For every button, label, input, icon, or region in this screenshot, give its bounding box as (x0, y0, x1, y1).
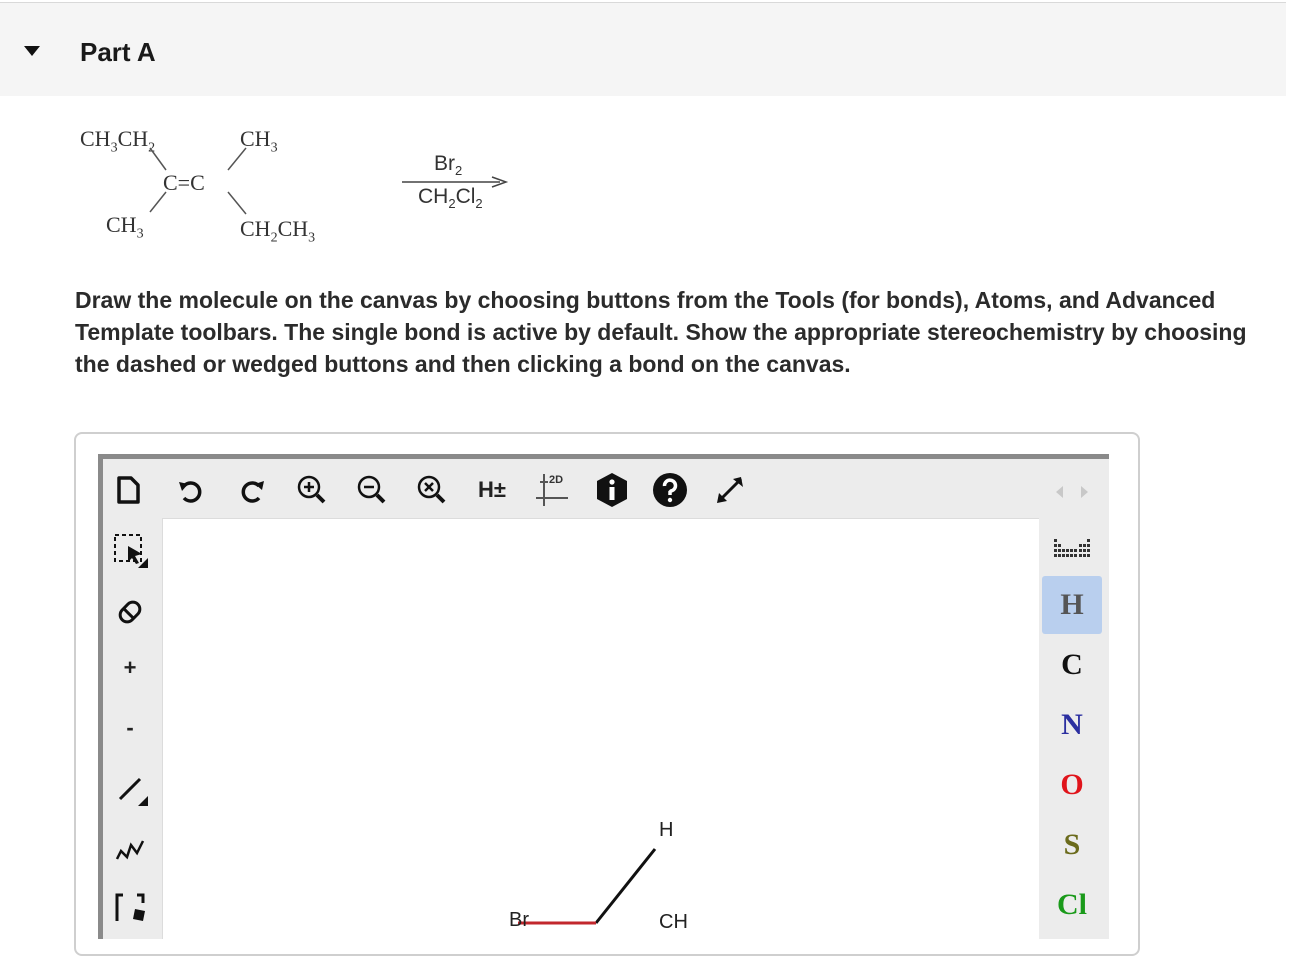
new-document-button[interactable] (108, 470, 148, 510)
atom-button-h[interactable]: H (1042, 576, 1102, 634)
decrease-charge-button[interactable]: - (110, 708, 150, 748)
info-hexagon-icon (597, 473, 627, 507)
undo-button[interactable] (170, 470, 210, 510)
zoom-reset-icon (417, 475, 446, 504)
atom-button-o[interactable]: O (1042, 756, 1102, 814)
single-bond-button[interactable] (110, 768, 150, 808)
atom-button-s[interactable]: S (1042, 816, 1102, 874)
collapse-caret-icon[interactable] (24, 46, 40, 56)
redo-icon (241, 481, 264, 503)
part-title: Part A (80, 37, 156, 67)
atom-button-n[interactable]: N (1042, 696, 1102, 754)
zoom-out-button[interactable] (352, 470, 392, 510)
clean-2d-label: 2D (549, 474, 564, 486)
expand-arrows-icon (717, 477, 743, 503)
zoom-in-button[interactable] (292, 470, 332, 510)
redo-button[interactable] (232, 470, 272, 510)
left-right-chevron-icon (1056, 486, 1088, 498)
atom-button-c[interactable]: C (1042, 636, 1102, 694)
info-button[interactable] (592, 470, 632, 510)
toolbar-scroll-arrows[interactable] (1052, 482, 1092, 502)
periodic-table-button[interactable] (1052, 530, 1092, 570)
hydrogen-toggle-button[interactable]: H± (472, 470, 512, 510)
increase-charge-button[interactable]: + (110, 648, 150, 688)
chain-zigzag-icon (115, 840, 145, 860)
chain-tool-button[interactable] (110, 828, 150, 868)
fullscreen-button[interactable] (710, 470, 750, 510)
canvas-br-label: Br (509, 909, 529, 931)
reaction-scheme: CH3CH2 CH3 C=C CH3 CH2CH3 Br2 CH2Cl2 (0, 96, 700, 286)
reagent-below-arrow: CH2Cl2 (418, 185, 483, 212)
help-question-icon (653, 473, 687, 507)
eraser-button[interactable] (110, 592, 150, 632)
periodic-table-icon (1054, 539, 1090, 557)
reagent-above-arrow: Br2 (434, 152, 463, 179)
selection-tool-button[interactable] (110, 530, 150, 570)
bracket-icon (115, 893, 145, 921)
canvas-molecule (518, 848, 657, 925)
canvas-ch-label: CH (659, 911, 688, 933)
bracket-tool-button[interactable] (110, 888, 150, 928)
zoom-reset-button[interactable] (412, 470, 452, 510)
submenu-indicator-icon (138, 558, 148, 568)
eraser-icon (118, 600, 142, 624)
zoom-in-icon (297, 475, 326, 504)
reactant-bonds (149, 147, 509, 215)
clean-2d-button[interactable]: 2D (532, 470, 572, 510)
zoom-out-icon (357, 475, 386, 504)
new-document-icon (117, 476, 140, 504)
help-button[interactable] (650, 470, 690, 510)
canvas-h-label: H (659, 819, 674, 841)
part-header[interactable]: Part A (0, 3, 1286, 96)
instructions-text: Draw the molecule on the canvas by choos… (75, 287, 1247, 377)
undo-icon (179, 481, 202, 503)
atom-button-cl[interactable]: Cl (1042, 876, 1102, 934)
submenu-indicator-icon (138, 796, 148, 806)
drawing-canvas[interactable]: H Br CH (162, 518, 1039, 939)
